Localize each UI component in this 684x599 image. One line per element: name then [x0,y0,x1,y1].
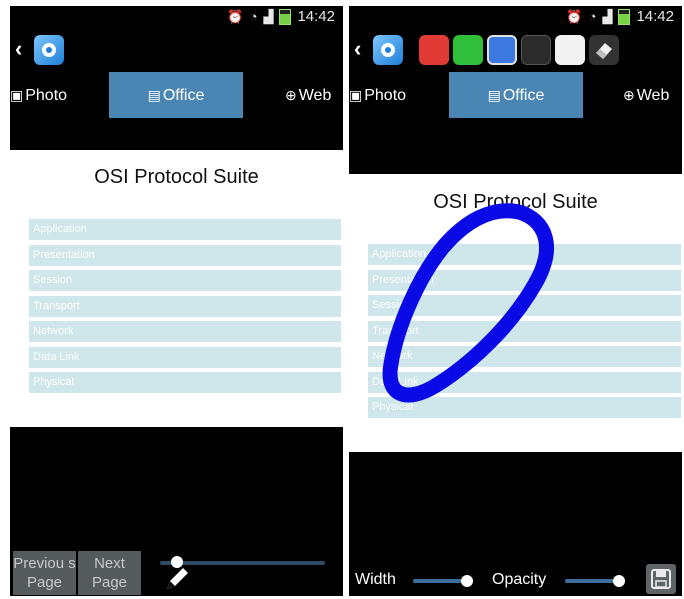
battery-icon [618,9,631,25]
app-bar: ‹ [349,28,682,72]
layer-row-network: Network [29,321,341,342]
globe-icon: ⊕ [285,87,297,103]
eraser-icon [596,43,612,59]
tab-bar: ▣ Photo ▤ Office ⊕ Web [10,72,343,118]
save-button[interactable] [646,564,676,594]
status-time: 14:42 [636,8,674,25]
layer-row-presentation: Presentation [29,245,341,266]
battery-icon [279,9,292,25]
color-swatch-green[interactable] [453,35,483,65]
alarm-icon: ⏰ [566,9,583,24]
width-label: Width [355,571,396,588]
tab-office[interactable]: ▤ Office [449,72,583,118]
color-palette [419,35,619,65]
signal-icon: ▟ [602,9,613,24]
opacity-label: Opacity [492,571,547,588]
color-swatch-red[interactable] [419,35,449,65]
status-bar: ⏰ ◔ ▟ 14:42 [349,6,682,28]
toolbar-spacer [10,118,343,150]
photo-icon: ▣ [10,87,24,103]
save-icon [651,569,671,589]
tab-photo-label: Photo [364,87,407,104]
signal-icon: ▟ [263,9,274,24]
wifi-icon: ◔ [588,9,597,24]
document-title: OSI Protocol Suite [94,166,259,188]
status-time: 14:42 [297,8,335,25]
tab-bar: ▣ Photo ▤ Office ⊕ Web [349,72,682,118]
opacity-slider-thumb[interactable] [613,575,625,587]
next-page-button[interactable]: Next Page [78,551,141,595]
tab-web[interactable]: ⊕ Web [285,72,343,118]
layer-row-session: Session [29,270,341,291]
tab-web-label: Web [298,87,332,104]
bottom-panel: Width Opacity [349,452,682,596]
tab-office-label: Office [502,87,545,104]
app-bar: ‹ [10,28,343,72]
bottom-panel: Previou s Page Next Page [10,427,343,596]
color-swatch-blue[interactable] [487,35,517,65]
toolbar-spacer [349,118,682,174]
tab-photo[interactable]: ▣ Photo [10,72,80,118]
tab-office[interactable]: ▤ Office [109,72,243,118]
tab-web[interactable]: ⊕ Web [623,72,682,118]
back-arrow-icon[interactable]: ‹ [354,38,361,60]
previous-page-button[interactable]: Previou s Page [13,551,76,595]
document-icon: ▤ [487,87,501,103]
color-swatch-white[interactable] [555,35,585,65]
tab-photo-label: Photo [25,87,68,104]
color-swatch-black[interactable] [521,35,551,65]
tab-photo[interactable]: ▣ Photo [349,72,419,118]
layer-row-application: Application [29,219,341,240]
wifi-icon: ◔ [249,9,258,24]
app-logo-icon[interactable] [373,35,403,65]
layer-row-data-link: Data Link [29,347,341,368]
ink-annotation [382,203,554,403]
pen-icon[interactable] [162,563,192,593]
status-bar: ⏰ ◔ ▟ 14:42 [10,6,343,28]
tab-web-label: Web [636,87,670,104]
app-logo-icon[interactable] [34,35,64,65]
width-slider-thumb[interactable] [461,575,473,587]
tab-office-label: Office [162,87,205,104]
document-icon: ▤ [147,87,161,103]
phone-screen-left: ⏰ ◔ ▟ 14:42 ‹ ▣ Photo ▤ Office ⊕ Web OSI Pr… [10,6,343,596]
phone-screen-right: ⏰ ◔ ▟ 14:42 ‹ ▣ Photo ▤ Office ⊕ Web OSI… [349,6,682,596]
photo-icon: ▣ [349,87,363,103]
layer-row-physical: Physical [29,372,341,393]
globe-icon: ⊕ [623,87,635,103]
layer-row-transport: Transport [29,296,341,317]
back-arrow-icon[interactable]: ‹ [15,38,22,60]
eraser-button[interactable] [589,35,619,65]
alarm-icon: ⏰ [227,9,244,24]
